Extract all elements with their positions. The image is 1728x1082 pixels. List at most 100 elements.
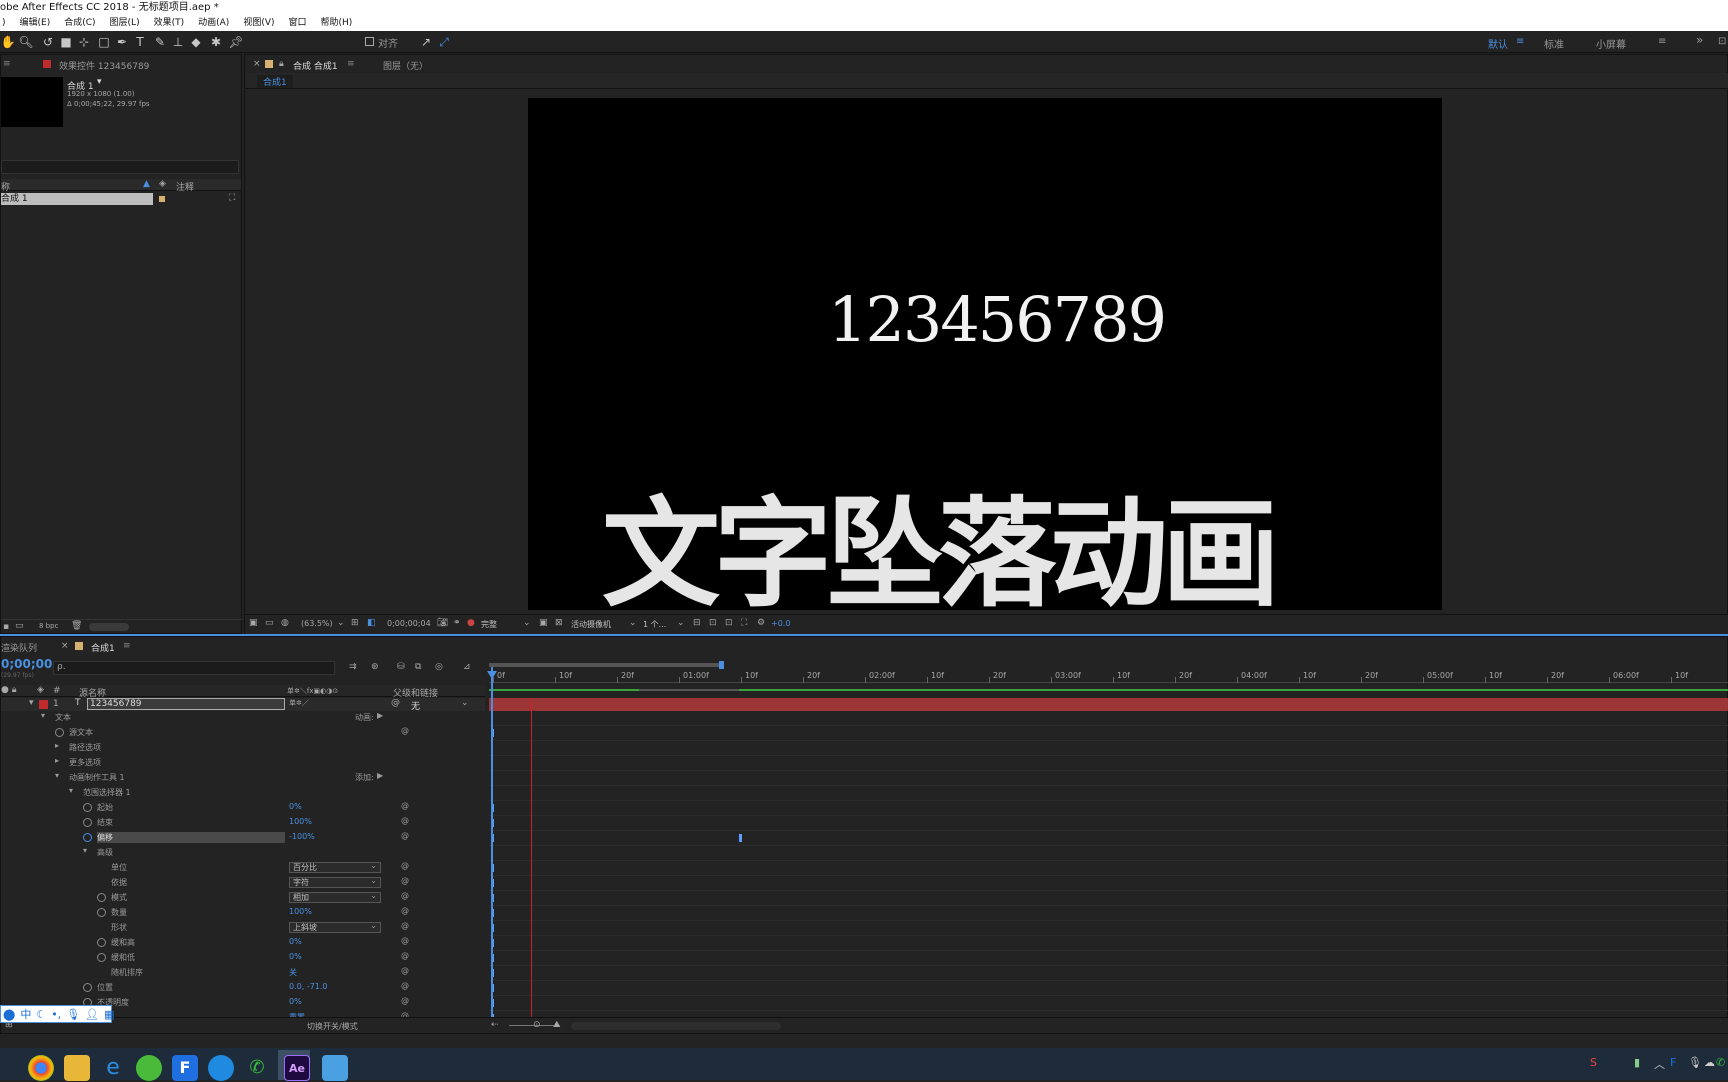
sort-arrow-icon[interactable]: ▲	[143, 179, 150, 189]
channel-icon[interactable]: ●	[467, 618, 475, 628]
zoom-in-icon[interactable]: ⛰	[553, 1020, 561, 1030]
parent-arrow-icon[interactable]: ⌄	[461, 698, 469, 708]
zoom-arrow-icon[interactable]: ⌄	[337, 618, 345, 628]
camera-tool-icon[interactable]: ■	[58, 34, 74, 50]
camera-arrow-icon[interactable]: ⌄	[629, 618, 637, 628]
after-effects-icon[interactable]: Ae	[284, 1055, 310, 1081]
workspace-standard[interactable]: 标准	[1544, 36, 1564, 51]
menu-window[interactable]: 窗口	[287, 15, 309, 31]
property-row[interactable]: 起始 0% @	[1, 801, 485, 815]
property-dropdown[interactable]: 字符	[289, 876, 381, 888]
property-value[interactable]: 100%	[289, 907, 312, 916]
align-checkbox[interactable]	[365, 37, 374, 46]
thumbnail-slider[interactable]	[89, 623, 129, 631]
property-row[interactable]: 依据 字符 @	[1, 876, 485, 890]
twirl-closed-icon[interactable]: ▸	[55, 756, 59, 765]
comp-tab-menu-icon[interactable]: ≡	[347, 59, 355, 69]
shy-icon[interactable]: ⛁	[397, 662, 405, 672]
property-value[interactable]: 100%	[289, 817, 312, 826]
region-icon[interactable]: ▣	[539, 618, 548, 628]
twirl-open-icon[interactable]: ▾	[69, 786, 73, 795]
property-row[interactable]: ▸ 更多选项	[1, 756, 485, 770]
menu-effect[interactable]: 效果(T)	[152, 15, 187, 31]
property-row[interactable]: ▾ 高级	[1, 846, 485, 860]
bpc-label[interactable]: 8 bpc	[39, 622, 58, 630]
quality-arrow-icon[interactable]: ⌄	[523, 618, 531, 628]
toggle-pixel-icon[interactable]: ⊟	[693, 618, 701, 628]
foxmail-icon[interactable]: F	[172, 1055, 198, 1081]
playhead[interactable]	[491, 667, 493, 1017]
add-arrow-icon[interactable]: ▶	[377, 711, 383, 720]
work-area-bar[interactable]	[489, 659, 1728, 671]
property-row[interactable]: 缓和低 0% @	[1, 951, 485, 965]
hand-tool-icon[interactable]: ✋	[0, 34, 16, 50]
transparency-grid-icon[interactable]: ◧	[367, 618, 376, 628]
property-add-menu[interactable]: 动画:	[355, 712, 374, 723]
expression-pickwhip-icon[interactable]: @	[401, 831, 409, 840]
toggle-switches-modes[interactable]: 切换开关/模式	[307, 1021, 358, 1032]
layer-twirl-icon[interactable]: ▾	[29, 698, 34, 708]
layer-label-swatch[interactable]	[39, 700, 48, 709]
new-folder-icon[interactable]: ▭	[15, 621, 24, 631]
foxmail-tray-icon[interactable]: F	[1670, 1056, 1676, 1069]
expression-pickwhip-icon[interactable]: @	[401, 801, 409, 810]
snapshot-icon[interactable]: 📷︎	[437, 618, 448, 628]
photos-icon[interactable]	[322, 1055, 348, 1081]
number-header[interactable]: #	[53, 686, 61, 696]
lock-icon[interactable]: 🔒︎	[279, 59, 284, 69]
timeline-icon[interactable]: ⊡	[725, 618, 733, 628]
expression-pickwhip-icon[interactable]: @	[401, 981, 409, 990]
property-row[interactable]: 单位 百分比 @	[1, 861, 485, 875]
roto-brush-tool-icon[interactable]: ✱	[208, 34, 224, 50]
timeline-search-input[interactable]: ρ.	[53, 661, 335, 675]
file-explorer-icon[interactable]	[64, 1055, 90, 1081]
rotate-tool-icon[interactable]: ↺	[40, 34, 56, 50]
property-value[interactable]: 0%	[289, 952, 302, 961]
close-timeline-tab-icon[interactable]: ×	[61, 641, 69, 651]
transparency-icon[interactable]: ⊠	[555, 618, 563, 628]
property-row[interactable]: 模式 相加 @	[1, 891, 485, 905]
flowchart-view-icon[interactable]: ⛶	[741, 618, 747, 628]
views-dropdown[interactable]: 1 个...	[643, 619, 666, 630]
timeline-tab-menu-icon[interactable]: ≡	[123, 641, 131, 651]
menu-layer[interactable]: 图层(L)	[108, 15, 142, 31]
property-value[interactable]: 0%	[289, 997, 302, 1006]
zoom-slider-thumb[interactable]: ⊙	[533, 1020, 541, 1030]
display-icon[interactable]: ▭	[265, 618, 274, 628]
twirl-open-icon[interactable]: ▾	[83, 846, 87, 855]
close-tab-icon[interactable]: ×	[253, 59, 261, 69]
expression-pickwhip-icon[interactable]: @	[401, 966, 409, 975]
timeline-comp-tab[interactable]: 合成1	[91, 641, 115, 654]
project-item-comp1[interactable]: 合成 1	[1, 193, 153, 205]
keyframe-area[interactable]	[489, 711, 1728, 1026]
property-row[interactable]: ▾ 文本 动画: ▶	[1, 711, 485, 725]
project-search-input[interactable]	[1, 160, 239, 174]
ime-user-icon[interactable]: 👤︎	[85, 1008, 99, 1021]
stopwatch-icon[interactable]	[97, 953, 106, 962]
axis-icon[interactable]: ↗	[418, 34, 434, 50]
comp-mini-flowchart-icon[interactable]: ⇉	[349, 662, 357, 672]
property-value[interactable]: -100%	[289, 832, 315, 841]
exposure-value[interactable]: +0.0	[771, 619, 790, 628]
ime-moon-icon[interactable]: ☾	[36, 1008, 46, 1021]
twirl-open-icon[interactable]: ▾	[55, 771, 59, 780]
stopwatch-icon[interactable]	[83, 803, 92, 812]
graph-editor-icon[interactable]: ⊿	[463, 662, 471, 672]
workspace-overflow-icon[interactable]: ≡	[1658, 36, 1666, 47]
effects-controls-tab[interactable]: 效果控件 123456789	[59, 59, 149, 72]
expression-pickwhip-icon[interactable]: @	[401, 891, 409, 900]
draft-3d-icon[interactable]: ⊛	[371, 662, 379, 672]
expression-pickwhip-icon[interactable]: @	[401, 876, 409, 885]
property-value[interactable]: 关	[289, 967, 297, 978]
expression-pickwhip-icon[interactable]: @	[401, 921, 409, 930]
masks-icon[interactable]: ◍	[281, 618, 289, 628]
workspace-default[interactable]: 默认	[1488, 36, 1508, 51]
frame-blending-icon[interactable]: ⧉	[415, 662, 421, 672]
zoom-dropdown[interactable]: (63.5%)	[301, 619, 333, 628]
property-row[interactable]: ▾ 范围选择器 1	[1, 786, 485, 800]
keyframe-marker[interactable]	[739, 834, 742, 842]
property-dropdown[interactable]: 上斜坡	[289, 921, 381, 933]
tray-expand-icon[interactable]: ︿	[1654, 1056, 1665, 1072]
ime-grid-icon[interactable]: ▦	[104, 1008, 114, 1021]
comp-canvas[interactable]: 123456789 文字坠落动画	[528, 98, 1442, 623]
